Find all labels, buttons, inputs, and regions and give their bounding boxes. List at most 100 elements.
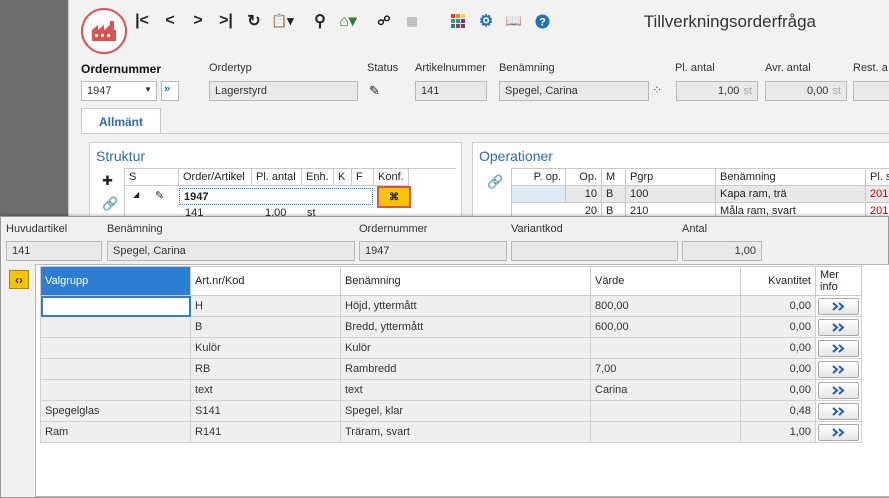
artnr-cell[interactable]: R141 [190,421,341,443]
expand-collapse-button[interactable]: ‹› [9,270,29,289]
kvantitet-cell[interactable]: 0,00 [740,337,816,359]
mer-info-button[interactable] [818,297,859,315]
varde-cell[interactable]: Carina [590,379,741,401]
col-pl-antal[interactable]: Pl. antal [252,169,302,186]
varde-cell[interactable]: 800,00 [590,295,741,317]
artnr-cell[interactable]: H [190,295,341,317]
col-k[interactable]: K [334,169,352,186]
col-s[interactable]: S [125,169,179,186]
table-row[interactable]: text text Carina 0,00 [40,379,862,401]
col-order-artikel[interactable]: Order/Artikel [179,169,252,186]
clipboard-icon[interactable]: 📋▾ [271,11,294,31]
op-row-1-pop[interactable] [512,186,566,203]
chevron-down-icon: ▼ [144,85,152,94]
benamning-cell[interactable]: Bredd, yttermått [340,316,591,338]
kvantitet-cell[interactable]: 0,00 [740,295,816,317]
valgrupp-cell[interactable]: Spegelglas [40,400,191,422]
configurator-button[interactable]: ⌘ [377,186,411,208]
benamning-cell[interactable]: Höjd, yttermått [340,295,591,317]
next-record-icon[interactable]: > [189,11,207,31]
varde-cell[interactable]: 7,00 [590,358,741,380]
col-m[interactable]: M [602,169,626,186]
first-record-icon[interactable]: |< [133,11,151,31]
link-icon[interactable]: 🔗 [487,174,503,190]
op-row-1-m[interactable]: B [602,186,626,203]
help-icon[interactable]: ? [533,11,551,31]
table-row[interactable]: B Bredd, yttermått 600,00 0,00 [40,316,862,338]
benamning-cell[interactable]: text [340,379,591,401]
artnr-cell[interactable]: Kulör [190,337,341,359]
col-kvantitet[interactable]: Kvantitet [740,266,816,296]
col-artnr-kod[interactable]: Art.nr/Kod [190,266,341,296]
kvantitet-cell[interactable]: 1,00 [740,421,816,443]
mer-info-button[interactable] [818,339,859,357]
valgrupp-cell[interactable] [40,379,191,401]
book-icon[interactable]: 📖 [505,11,523,31]
kvantitet-cell[interactable]: 0,48 [740,400,816,422]
link-icon[interactable]: ☍ [375,11,393,31]
kvantitet-cell[interactable]: 0,00 [740,358,816,380]
tree-collapse-icon[interactable]: ◢ [133,190,139,199]
benamning-cell[interactable]: Kulör [340,337,591,359]
col-op[interactable]: Op. [566,169,602,186]
col-varde[interactable]: Värde [590,266,741,296]
mer-info-button[interactable] [818,318,859,336]
home-icon[interactable]: ⌂▾ [339,11,357,31]
benamning-cell[interactable]: Rambredd [340,358,591,380]
col-enh[interactable]: Enh. [302,169,334,186]
varde-cell[interactable]: 600,00 [590,316,741,338]
col-benamning[interactable]: Benämning [716,169,866,186]
table-row[interactable]: Kulör Kulör 0,00 [40,337,862,359]
mer-info-button[interactable] [818,381,859,399]
artnr-cell[interactable]: B [190,316,341,338]
last-record-icon[interactable]: >| [217,11,235,31]
table-row[interactable]: RB Rambredd 7,00 0,00 [40,358,862,380]
artnr-cell[interactable]: text [190,379,341,401]
valgrupp-cell[interactable] [40,358,191,380]
refresh-icon[interactable]: ↻ [245,11,263,31]
mer-info-button[interactable] [818,360,859,378]
kvantitet-cell[interactable]: 0,00 [740,316,816,338]
previous-record-icon[interactable]: < [161,11,179,31]
col-konf[interactable]: Konf. [374,169,409,186]
table-row[interactable]: Ram R141 Träram, svart 1,00 [40,421,862,443]
op-row-1-pgrp[interactable]: 100 [626,186,716,203]
artnr-cell[interactable]: RB [190,358,341,380]
col-pl-st[interactable]: Pl. st [866,169,889,186]
mer-info-button[interactable] [818,423,859,441]
configurator-popup: Huvudartikel 141 Benämning Spegel, Carin… [0,216,889,498]
col-mer-info[interactable]: Mer info [815,266,862,296]
op-row-1-op[interactable]: 10 [566,186,602,203]
go-to-order-button[interactable]: » [161,81,179,101]
table-row[interactable]: Spegelglas S141 Spegel, klar 0,48 [40,400,862,422]
apps-grid-icon[interactable] [449,11,467,31]
more-dots-icon[interactable]: ⁘ [652,83,662,97]
valgrupp-cell[interactable] [40,316,191,338]
kvantitet-cell[interactable]: 0,00 [740,379,816,401]
valgrupp-cell[interactable]: Ram [40,421,191,443]
artnr-cell[interactable]: S141 [190,400,341,422]
col-p-op[interactable]: P. op. [512,169,566,186]
table-row[interactable]: H Höjd, yttermått 800,00 0,00 [40,295,862,317]
varde-cell[interactable] [590,421,741,443]
col-benamning[interactable]: Benämning [340,266,591,296]
valgrupp-cell[interactable] [40,337,191,359]
settings-gear-icon[interactable]: ⚙ [477,11,495,31]
col-f[interactable]: F [352,169,374,186]
varde-cell[interactable] [590,337,741,359]
varde-cell[interactable] [590,400,741,422]
col-pgrp[interactable]: Pgrp [626,169,716,186]
search-icon[interactable]: ⚲ [311,11,329,31]
col-valgrupp[interactable]: Valgrupp [40,266,191,296]
add-node-icon[interactable]: ✚ [102,173,113,189]
benamning-cell[interactable]: Träram, svart [340,421,591,443]
tree-row-order[interactable]: 1947 [179,188,373,205]
op-row-1-benamning[interactable]: Kapa ram, trä [716,186,866,203]
valgrupp-cell[interactable] [40,295,191,317]
link-icon[interactable]: 🔗 [102,196,118,212]
mer-info-button[interactable] [818,402,859,420]
op-row-1-plst[interactable]: 2018 [866,186,889,203]
benamning-cell[interactable]: Spegel, klar [340,400,591,422]
ordernummer-combobox[interactable]: 1947 ▼ [81,81,157,101]
tab-allmant[interactable]: Allmänt [81,108,161,134]
